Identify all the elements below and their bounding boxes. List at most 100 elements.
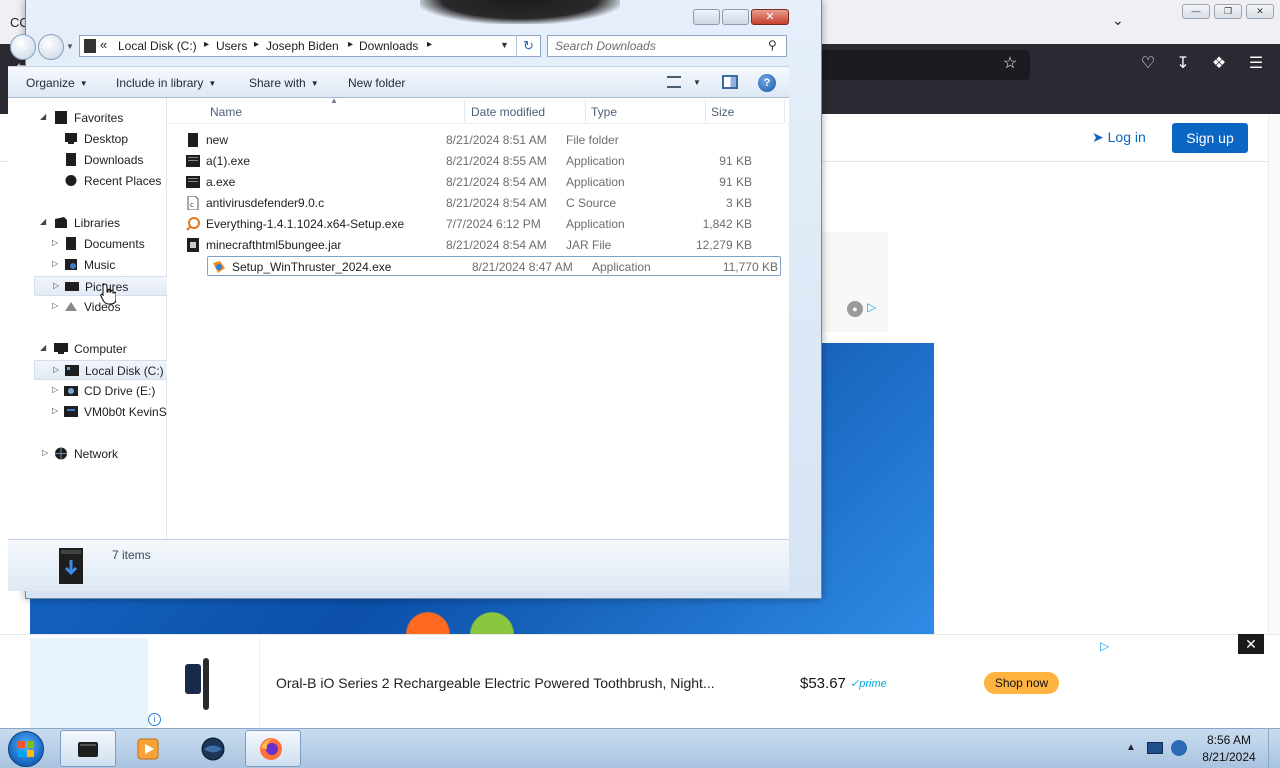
ad-left-strip xyxy=(30,638,148,728)
breadcrumb-separator-icon[interactable]: ▸ xyxy=(254,39,259,50)
breadcrumb-separator-icon[interactable]: ▸ xyxy=(348,39,353,50)
file-date: 7/7/2024 6:12 PM xyxy=(446,217,541,231)
download-icon[interactable]: ↧ xyxy=(1171,52,1195,76)
file-date: 8/21/2024 8:54 AM xyxy=(446,196,547,210)
ad-product-title[interactable]: Oral-B iO Series 2 Rechargeable Electric… xyxy=(276,675,715,691)
favorites-icon xyxy=(55,111,67,124)
browser-minimize-button[interactable]: — xyxy=(1182,4,1210,19)
column-divider[interactable] xyxy=(784,100,785,122)
column-header-name[interactable]: Name xyxy=(210,105,242,119)
expander-closed-icon[interactable]: ▷ xyxy=(52,238,58,247)
file-row[interactable]: new 8/21/2024 8:51 AM File folder xyxy=(182,130,756,150)
expander-open-icon[interactable]: ◢ xyxy=(40,217,46,226)
column-divider[interactable] xyxy=(585,100,586,122)
breadcrumb-separator-icon[interactable]: ▸ xyxy=(427,39,432,50)
info-icon[interactable]: i xyxy=(148,713,161,726)
expander-open-icon[interactable]: ◢ xyxy=(40,112,46,121)
action-center-icon[interactable] xyxy=(1147,742,1163,754)
toothbrush-image xyxy=(185,658,209,710)
ad-close-button[interactable]: ✕ xyxy=(1238,634,1264,654)
nav-label: VM0b0t KevinSite xyxy=(84,405,180,419)
address-history-chevron-icon[interactable]: ▼ xyxy=(500,40,509,50)
organize-menu[interactable]: Organize ▼ xyxy=(26,76,88,90)
new-folder-button[interactable]: New folder xyxy=(348,76,405,90)
browser-close-button[interactable]: ✕ xyxy=(1246,4,1274,19)
column-header-type[interactable]: Type xyxy=(591,105,617,119)
breadcrumb-user-folder[interactable]: Joseph Biden xyxy=(266,39,339,53)
breadcrumb-overflow[interactable]: « xyxy=(100,37,107,52)
expander-closed-icon[interactable]: ▷ xyxy=(52,259,58,268)
breadcrumb-users[interactable]: Users xyxy=(216,39,247,53)
include-in-library-menu[interactable]: Include in library ▼ xyxy=(116,76,216,90)
refresh-button[interactable]: ↻ xyxy=(516,35,540,57)
extensions-icon[interactable]: ❖ xyxy=(1207,52,1231,76)
file-name: Setup_WinThruster_2024.exe xyxy=(232,260,392,274)
login-link[interactable]: ➤ Log in xyxy=(1092,129,1146,146)
forward-button[interactable] xyxy=(38,34,64,60)
list-all-tabs-chevron-icon[interactable]: ⌄ xyxy=(1112,12,1124,29)
expander-open-icon[interactable]: ◢ xyxy=(40,343,46,352)
back-button[interactable] xyxy=(10,34,36,60)
clock-time[interactable]: 8:56 AM xyxy=(1199,733,1259,747)
minimize-button[interactable] xyxy=(693,9,720,25)
expander-closed-icon[interactable]: ▷ xyxy=(53,281,59,290)
nav-label: Downloads xyxy=(84,153,144,167)
folder-icon xyxy=(188,133,198,147)
search-placeholder[interactable]: Search Downloads xyxy=(555,39,656,53)
breadcrumb-downloads[interactable]: Downloads xyxy=(359,39,418,53)
file-name: antivirusdefender9.0.c xyxy=(206,196,325,210)
recent-pages-chevron-icon[interactable]: ▼ xyxy=(66,42,74,51)
share-with-menu[interactable]: Share with ▼ xyxy=(249,76,319,90)
adchoices-icon[interactable]: ▷ xyxy=(1100,639,1109,653)
browser-restore-button[interactable]: ❐ xyxy=(1214,4,1242,19)
file-row[interactable]: c antivirusdefender9.0.c 8/21/2024 8:54 … xyxy=(182,193,756,213)
chevron-down-icon[interactable]: ▼ xyxy=(693,78,701,87)
show-desktop-button[interactable] xyxy=(1268,729,1280,768)
expander-closed-icon[interactable]: ▷ xyxy=(52,385,58,394)
sort-ascending-icon: ▲ xyxy=(330,96,338,105)
network-tray-icon[interactable] xyxy=(1171,740,1187,756)
clock-date[interactable]: 8/21/2024 xyxy=(1196,750,1262,764)
file-row-selected[interactable]: Setup_WinThruster_2024.exe 8/21/2024 8:4… xyxy=(207,256,781,276)
organize-label: Organize xyxy=(26,76,75,90)
file-size: 3 KB xyxy=(725,196,752,210)
shop-now-button[interactable]: Shop now xyxy=(984,672,1059,694)
cd-drive-icon xyxy=(64,386,78,396)
file-name: minecrafthtml5bungee.jar xyxy=(206,238,342,252)
nav-label: Music xyxy=(84,258,116,272)
ad-panel xyxy=(822,232,888,332)
network-drive-icon xyxy=(64,406,78,417)
file-row[interactable]: minecrafthtml5bungee.jar 8/21/2024 8:54 … xyxy=(182,235,756,255)
expander-closed-icon[interactable]: ▷ xyxy=(52,301,58,310)
change-view-icon[interactable] xyxy=(667,76,681,88)
column-header-size[interactable]: Size xyxy=(711,105,734,119)
file-row[interactable]: a.exe 8/21/2024 8:54 AM Application 91 K… xyxy=(182,172,756,192)
column-divider[interactable] xyxy=(705,100,706,122)
expander-closed-icon[interactable]: ▷ xyxy=(42,448,48,457)
explorer-titlebar[interactable] xyxy=(420,0,620,24)
ad-close-circle-icon[interactable]: ● xyxy=(847,301,863,317)
maximize-button[interactable] xyxy=(722,9,749,25)
column-header-date-modified[interactable]: Date modified xyxy=(471,105,545,119)
star-icon[interactable]: ☆ xyxy=(998,52,1022,76)
breadcrumb-local-disk[interactable]: Local Disk (C:) xyxy=(118,39,197,53)
search-icon[interactable]: ⚲ xyxy=(768,38,777,52)
show-hidden-icons-chevron-icon[interactable]: ▲ xyxy=(1126,742,1136,753)
menu-icon[interactable]: ☰ xyxy=(1244,52,1268,76)
file-row[interactable]: a(1).exe 8/21/2024 8:55 AM Application 9… xyxy=(182,151,756,171)
adchoices-icon[interactable]: ▷ xyxy=(867,300,876,314)
breadcrumb-separator-icon[interactable]: ▸ xyxy=(204,39,209,50)
expander-closed-icon[interactable]: ▷ xyxy=(53,365,59,374)
pocket-icon[interactable]: ♡ xyxy=(1136,52,1160,76)
hard-disk-icon xyxy=(65,365,79,376)
expander-closed-icon[interactable]: ▷ xyxy=(52,406,58,415)
file-row[interactable]: Everything-1.4.1.1024.x64-Setup.exe 7/7/… xyxy=(182,214,756,234)
column-divider[interactable] xyxy=(464,100,465,122)
file-size: 12,279 KB xyxy=(695,238,752,252)
close-button[interactable]: ✕ xyxy=(751,9,789,25)
file-size: 1,842 KB xyxy=(702,217,752,231)
help-icon[interactable]: ? xyxy=(758,74,776,92)
preview-pane-icon[interactable] xyxy=(722,75,738,89)
file-date: 8/21/2024 8:51 AM xyxy=(446,133,547,147)
signup-button[interactable]: Sign up xyxy=(1172,123,1248,153)
